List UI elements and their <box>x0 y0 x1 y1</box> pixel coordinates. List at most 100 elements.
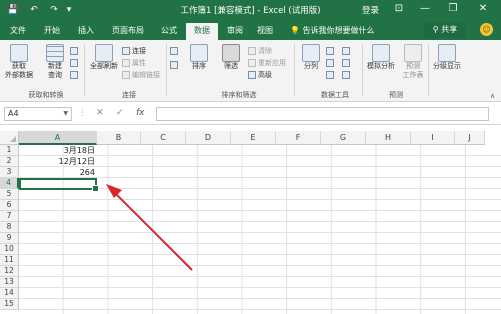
column-header-f[interactable]: F <box>276 131 321 145</box>
row-header-2[interactable]: 2 <box>0 156 19 167</box>
column-header-i[interactable]: I <box>411 131 455 145</box>
show-queries-button[interactable] <box>70 46 80 56</box>
remove-duplicates-button[interactable] <box>326 58 336 68</box>
outline-button[interactable]: 分级显示 <box>430 44 464 71</box>
column-header-h[interactable]: H <box>366 131 411 145</box>
properties-icon <box>122 59 130 67</box>
row-header-6[interactable]: 6 <box>0 200 19 211</box>
cell-a1[interactable]: 3月18日 <box>19 145 97 156</box>
row-header-12[interactable]: 12 <box>0 266 19 277</box>
login-link[interactable]: 登录 <box>362 4 379 16</box>
column-header-j[interactable]: J <box>455 131 485 145</box>
row-header-1[interactable]: 1 <box>0 145 19 156</box>
sort-button[interactable]: 排序 <box>186 44 212 71</box>
tab-page-layout[interactable]: 页面布局 <box>108 23 148 40</box>
cancel-icon[interactable]: ✕ <box>96 108 104 118</box>
consolidate-button[interactable] <box>342 46 352 56</box>
name-box[interactable]: A4 ▼ <box>4 107 72 121</box>
column-header-c[interactable]: C <box>141 131 186 145</box>
tab-data[interactable]: 数据 <box>186 23 218 40</box>
row-header-8[interactable]: 8 <box>0 222 19 233</box>
tab-view[interactable]: 视图 <box>252 23 278 40</box>
minimize-button[interactable]: — <box>418 2 432 16</box>
active-cell-a4[interactable] <box>19 178 99 192</box>
cell-a3[interactable]: 264 <box>19 167 97 178</box>
row-header-10[interactable]: 10 <box>0 244 19 255</box>
relationships-button[interactable] <box>342 58 352 68</box>
properties-button[interactable]: 属性 <box>122 58 146 68</box>
row-header-5[interactable]: 5 <box>0 189 19 200</box>
sort-desc-button[interactable] <box>170 60 180 70</box>
column-header-a[interactable]: A <box>19 131 97 145</box>
cell-a2[interactable]: 12月12日 <box>19 156 97 167</box>
row-header-3[interactable]: 3 <box>0 167 19 178</box>
column-header-e[interactable]: E <box>231 131 276 145</box>
refresh-all-button[interactable]: 全部刷新 <box>88 44 120 71</box>
close-button[interactable]: ✕ <box>476 2 490 16</box>
connections-button[interactable]: 连接 <box>122 46 146 56</box>
refresh-all-label: 全部刷新 <box>90 62 118 70</box>
column-header-b[interactable]: B <box>97 131 141 145</box>
connections-icon <box>122 47 130 55</box>
tell-me-label: 告诉我你想要做什么 <box>302 26 375 35</box>
data-validation-button[interactable] <box>326 70 336 80</box>
row-header-11[interactable]: 11 <box>0 255 19 266</box>
group-connections: 连接 <box>122 91 136 99</box>
restore-button[interactable]: ❐ <box>446 2 460 16</box>
column-header-g[interactable]: G <box>321 131 366 145</box>
edit-links-button[interactable]: 编辑链接 <box>122 70 160 80</box>
row-header-4[interactable]: 4 <box>0 178 19 189</box>
tell-me-search[interactable]: 💡 告诉我你想要做什么 <box>290 25 375 36</box>
row-header-13[interactable]: 13 <box>0 277 19 288</box>
manage-data-model-button[interactable] <box>342 70 352 80</box>
filter-funnel-icon <box>222 44 240 62</box>
feedback-smiley-icon[interactable]: ☺ <box>480 23 493 36</box>
filter-button[interactable]: 筛选 <box>218 44 244 71</box>
share-button[interactable]: ⚲ 共享 <box>424 22 466 38</box>
sort-asc-button[interactable] <box>170 46 180 56</box>
chevron-down-icon: ▼ <box>63 110 68 117</box>
what-if-label: 模拟分析 <box>367 62 395 70</box>
group-divider <box>362 44 363 96</box>
tab-insert[interactable]: 插入 <box>74 23 98 40</box>
collapse-ribbon-icon[interactable]: ∧ <box>490 92 495 100</box>
new-query-button[interactable]: 新建 查询 <box>40 44 70 80</box>
tab-review[interactable]: 审阅 <box>222 23 248 40</box>
name-box-value: A4 <box>8 109 19 118</box>
share-label: 共享 <box>441 25 458 34</box>
group-divider <box>84 44 85 96</box>
formula-input[interactable] <box>156 107 489 121</box>
select-all-corner[interactable] <box>0 131 19 145</box>
forecast-sheet-label: 预测 工作表 <box>402 62 424 79</box>
row-header-15[interactable]: 15 <box>0 299 19 310</box>
flash-fill-icon <box>326 47 334 55</box>
tab-file[interactable]: 文件 <box>6 23 30 40</box>
get-external-data-button[interactable]: 获取 外部数据 <box>2 44 36 80</box>
advanced-button[interactable]: 高级 <box>248 70 272 80</box>
sort-label: 排序 <box>192 62 206 70</box>
clear-button[interactable]: 清除 <box>248 46 272 56</box>
group-forecast: 预测 <box>389 91 403 99</box>
group-divider <box>294 44 295 96</box>
row-header-7[interactable]: 7 <box>0 211 19 222</box>
flash-fill-button[interactable] <box>326 46 336 56</box>
title-bar: 💾 ↶ ↷ ▾ 工作簿1 [兼容模式] - Excel (试用版) 登录 ⊡ —… <box>0 0 501 20</box>
table-query-icon <box>46 44 64 62</box>
reapply-button[interactable]: 重新应用 <box>248 58 286 68</box>
text-to-columns-button[interactable]: 分列 <box>298 44 324 71</box>
more-dots-icon: ⋮ <box>78 108 87 118</box>
row-header-9[interactable]: 9 <box>0 233 19 244</box>
tab-formulas[interactable]: 公式 <box>156 23 182 40</box>
forecast-sheet-button[interactable]: 预测 工作表 <box>400 44 426 80</box>
enter-icon[interactable]: ✓ <box>116 108 124 118</box>
clear-label: 清除 <box>258 47 272 55</box>
recent-sources-button[interactable] <box>70 70 80 80</box>
forecast-chart-icon <box>404 44 422 62</box>
from-table-button[interactable] <box>70 58 80 68</box>
column-header-d[interactable]: D <box>186 131 231 145</box>
insert-function-icon[interactable]: fx <box>136 108 145 118</box>
row-header-14[interactable]: 14 <box>0 288 19 299</box>
tab-home[interactable]: 开始 <box>40 23 64 40</box>
ribbon-display-icon[interactable]: ⊡ <box>392 2 406 16</box>
what-if-analysis-button[interactable]: 模拟分析 <box>364 44 398 71</box>
